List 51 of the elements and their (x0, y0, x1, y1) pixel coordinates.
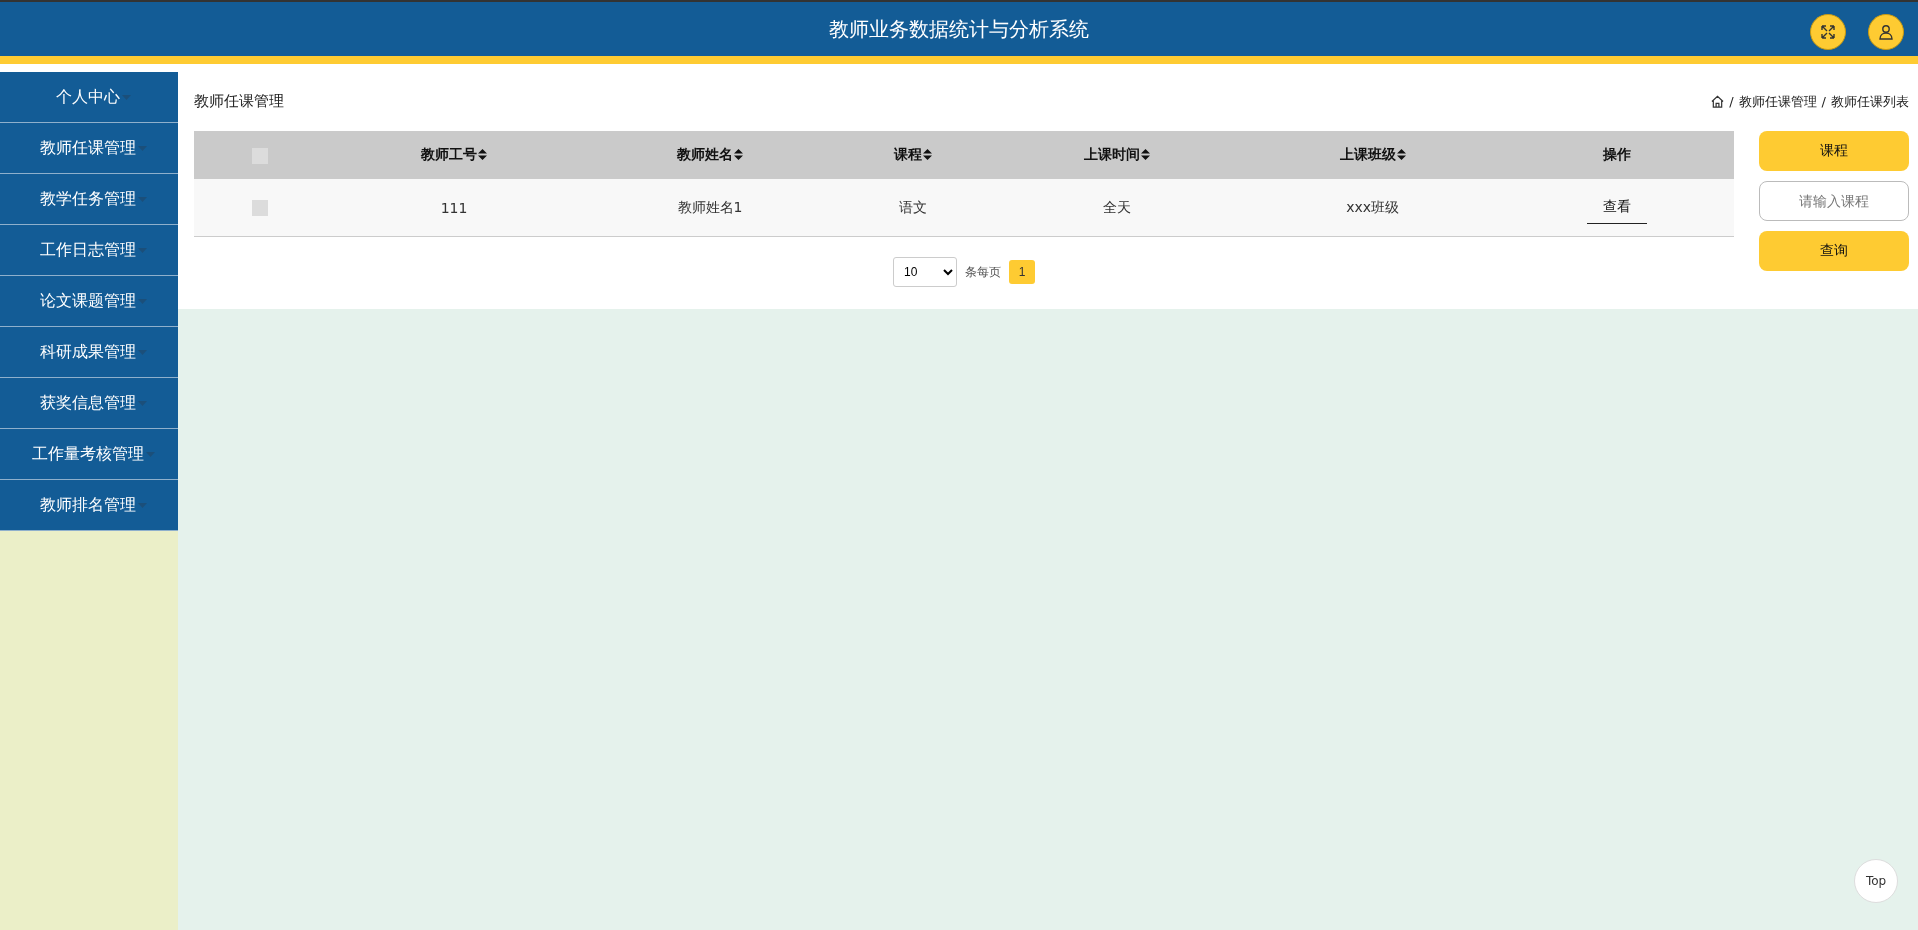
caret-icon (137, 196, 147, 202)
column-header: 操作 (1500, 131, 1734, 179)
view-button[interactable]: 查看 (1587, 191, 1648, 224)
sidebar-item[interactable]: 教师排名管理 (0, 480, 178, 531)
caret-icon (137, 145, 147, 151)
caret-icon (145, 451, 155, 457)
sort-icon[interactable] (1140, 149, 1150, 160)
sidebar-item[interactable]: 科研成果管理 (0, 327, 178, 378)
sidebar-item[interactable]: 工作日志管理 (0, 225, 178, 276)
table-cell: 111 (440, 199, 468, 216)
table-cell: 语文 (899, 198, 928, 215)
table-cell: 教师姓名1 (677, 198, 743, 215)
breadcrumb-item: 教师任课列表 (1831, 92, 1909, 111)
sidebar-item[interactable]: 论文课题管理 (0, 276, 178, 327)
search-field[interactable]: 请输入课程 (1759, 181, 1909, 221)
user-icon[interactable] (1868, 14, 1904, 50)
sidebar-item[interactable]: 教师任课管理 (0, 123, 178, 174)
page-title: 教师任课管理 (194, 92, 284, 111)
table-cell: xxx班级 (1346, 198, 1399, 215)
sort-icon[interactable] (734, 149, 743, 160)
column-header[interactable]: 课程 (838, 131, 989, 179)
sidebar-item[interactable]: 教学任务管理 (0, 174, 178, 225)
column-header[interactable]: 教师姓名 (582, 131, 838, 179)
search-button[interactable]: 查询 (1759, 231, 1909, 271)
caret-icon (137, 349, 147, 355)
table-cell: 全天 (1102, 198, 1131, 215)
caret-icon (137, 247, 147, 253)
sort-icon[interactable] (1396, 149, 1406, 160)
category-button[interactable]: 课程 (1759, 131, 1909, 171)
sidebar-item[interactable]: 个人中心 (0, 72, 178, 123)
caret-icon (137, 298, 147, 304)
home-icon[interactable] (1711, 95, 1725, 108)
fullscreen-icon[interactable] (1810, 14, 1846, 50)
caret-icon (137, 502, 147, 508)
sort-icon[interactable] (478, 149, 487, 160)
page-button[interactable]: 1 (1009, 260, 1035, 284)
breadcrumb-separator: / (1729, 94, 1734, 109)
breadcrumb-separator: / (1821, 94, 1826, 109)
sort-icon[interactable] (923, 149, 933, 160)
app-title: 教师业务数据统计与分析系统 (829, 15, 1089, 43)
column-header[interactable]: 上课时间 (988, 131, 1245, 179)
column-header[interactable]: 教师工号 (326, 131, 582, 179)
row-checkbox[interactable] (252, 200, 268, 216)
sidebar-item[interactable]: 工作量考核管理 (0, 429, 178, 480)
caret-icon (121, 94, 131, 100)
column-header[interactable]: 上课班级 (1244, 131, 1501, 179)
per-page-label: 条每页 (965, 263, 1001, 281)
caret-icon (137, 400, 147, 406)
sidebar-item[interactable]: 获奖信息管理 (0, 378, 178, 429)
breadcrumb-item[interactable]: 教师任课管理 (1738, 92, 1817, 111)
page-size-select[interactable]: 10 (893, 257, 957, 287)
